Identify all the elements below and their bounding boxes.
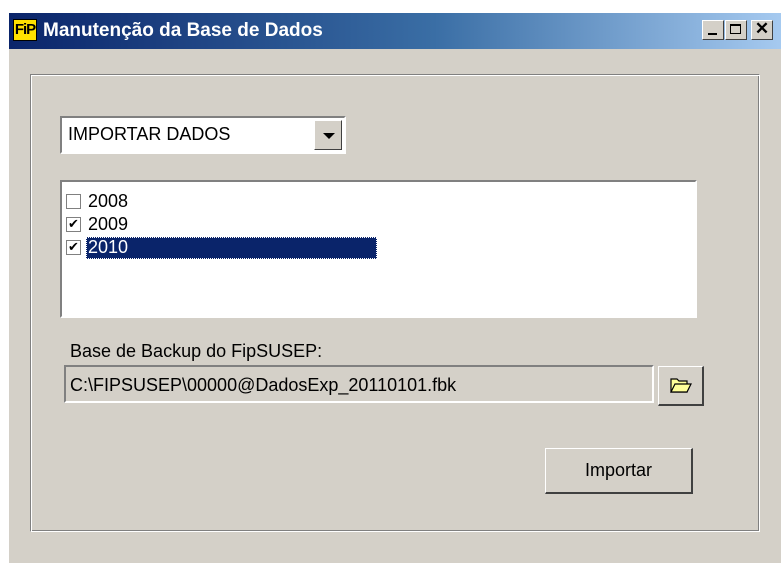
list-item-label: 2008 [88, 191, 129, 211]
chevron-down-icon [323, 133, 335, 139]
dropdown-button[interactable] [314, 120, 342, 150]
import-button[interactable]: Importar [545, 448, 693, 494]
maximize-icon [730, 24, 741, 34]
checkbox-2009[interactable]: ✔ [66, 217, 81, 232]
checkbox-2010[interactable]: ✔ [66, 240, 81, 255]
title-bar[interactable]: FiP Manutenção da Base de Dados ✕ [9, 13, 781, 49]
backup-path-value: C:\FIPSUSEP\00000@DadosExp_20110101.fbk [70, 375, 457, 395]
minimize-button[interactable] [702, 20, 724, 40]
window-title: Manutenção da Base de Dados [43, 20, 323, 41]
app-logo-icon: FiP [13, 19, 37, 41]
minimize-icon [708, 33, 717, 35]
list-item-label: 2010 [86, 237, 377, 259]
checkbox-2008[interactable] [66, 194, 81, 209]
year-checklist[interactable]: 2008 ✔ 2009 ✔ 2010 [60, 180, 697, 318]
close-icon: ✕ [754, 19, 770, 38]
maximize-button[interactable] [725, 20, 747, 40]
list-item-label: 2009 [88, 214, 129, 234]
mode-dropdown[interactable]: IMPORTAR DADOS [60, 116, 346, 154]
backup-path-label: Base de Backup do FipSUSEP: [70, 341, 323, 361]
close-button[interactable]: ✕ [751, 19, 773, 40]
backup-path-field[interactable]: C:\FIPSUSEP\00000@DadosExp_20110101.fbk [64, 365, 654, 403]
folder-open-icon [670, 378, 692, 393]
browse-folder-button[interactable] [658, 366, 704, 406]
mode-dropdown-value: IMPORTAR DADOS [68, 124, 231, 144]
